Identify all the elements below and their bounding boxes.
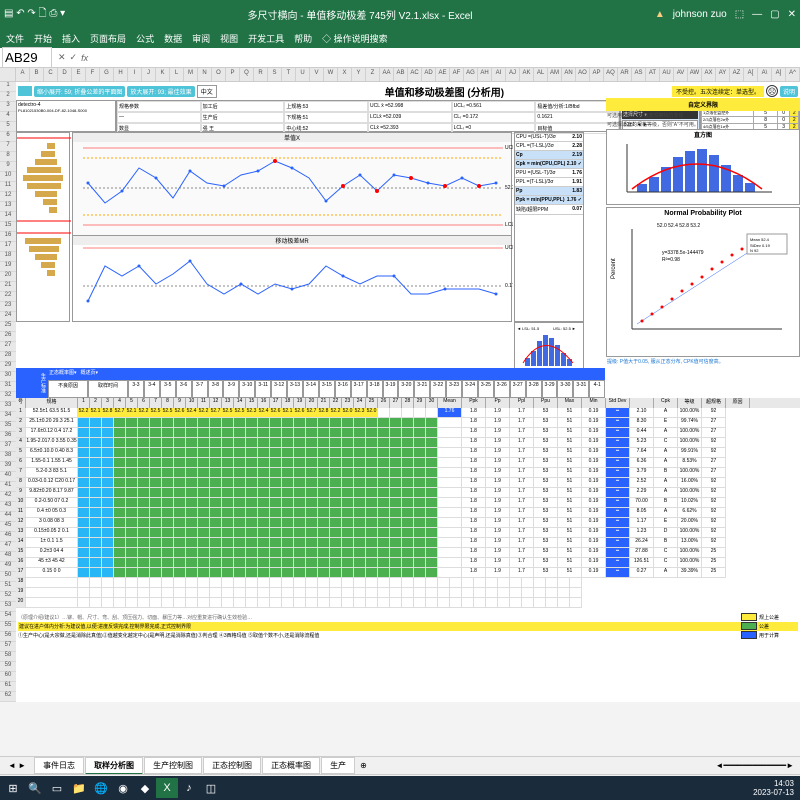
svg-text:R²=0.98: R²=0.98 (662, 257, 680, 263)
svg-text:Percent: Percent (611, 258, 617, 279)
language-select[interactable]: 中文 (197, 85, 217, 98)
start-icon[interactable]: ⊞ (2, 778, 24, 798)
svg-text:0.172: 0.172 (505, 283, 513, 289)
tab-help[interactable]: 帮助 (294, 32, 312, 45)
ribbon-tabs[interactable]: 文件 开始 插入 页面布局 公式 数据 审阅 视图 开发工具 帮助 ◇ 操作说明… (0, 28, 800, 48)
custom-panel-title: 自定义界限 (606, 98, 800, 111)
part-info: detectro-4 PL81021530B0-004-DF-82-1048-S… (16, 100, 116, 132)
tab-npp[interactable]: 正态概率图 (262, 757, 320, 774)
window-title: 多尺寸横向 - 单值移动极差 745列 V2.1.xlsx - Excel (65, 7, 655, 22)
ribbon-toggle-icon[interactable]: ⬚ (735, 9, 744, 20)
svg-text:52.0 52.4 52.8 53.2: 52.0 52.4 52.8 53.2 (657, 223, 700, 229)
std-label: 生产标准 (16, 368, 48, 398)
tab-view[interactable]: 视图 (220, 32, 238, 45)
footer-notes: （原理介绍/建议1）…铆、帽、尺寸、弯、刮、顶压强力、切面、暴压力等…对应重复进… (16, 612, 800, 641)
cancel-icon[interactable]: ✕ (58, 52, 66, 63)
status-warning: 不受控。五次连续定：单选型。 (672, 86, 764, 97)
tab-home[interactable]: 开始 (34, 32, 52, 45)
svg-text:UCL=52.998: UCL=52.998 (505, 145, 513, 151)
add-sheet-icon[interactable]: ⊕ (356, 761, 371, 770)
svg-text:UCL=0.561: UCL=0.561 (505, 245, 513, 251)
svg-text:◄ LSL: 51.5: ◄ LSL: 51.5 (517, 326, 540, 331)
color-legend: 规上公差 公差 用于计算 (740, 612, 780, 640)
npp-footer: 提级: P值大于0.05, 服从正态分布, CPK值可信度高。 (606, 357, 800, 366)
name-box[interactable] (2, 47, 52, 68)
sheet-tabs[interactable]: ◄ ► 事件日志 取样分析图 生产控制图 正态控制图 正态概率图 生产 ⊕ ◄━… (0, 756, 800, 774)
maximize-icon[interactable]: ▢ (770, 9, 779, 20)
tab-prod-ctrl[interactable]: 生产控制图 (144, 757, 202, 774)
tab-analysis[interactable]: 取样分析图 (85, 757, 143, 775)
dingtalk-icon[interactable]: ◆ (134, 778, 156, 798)
side-histogram (16, 132, 70, 322)
minimize-icon[interactable]: — (752, 9, 762, 20)
tab-layout[interactable]: 页面布局 (90, 32, 126, 45)
spec-grid: 规格参数加工后 上规格:53 UCL x̄ =52.998 UCLᵣ =0.56… (116, 100, 620, 132)
sad-face-icon: ☹ (766, 85, 778, 97)
tab-review[interactable]: 审阅 (192, 32, 210, 45)
tab-norm-ctrl[interactable]: 正态控制图 (203, 757, 261, 774)
app-icon[interactable]: ◫ (200, 778, 222, 798)
fx-icon[interactable]: fx (81, 53, 88, 63)
tab-formula[interactable]: 公式 (136, 32, 154, 45)
zoom-in-button[interactable]: 放大展开: 93; 最佳效果 (127, 86, 194, 97)
report-title: 单值和移动极差图 (分析用) (219, 84, 670, 99)
mini-histogram: ◄ LSL: 51.5 USL: 52.5 ► (514, 322, 584, 370)
tab-data[interactable]: 数据 (164, 32, 182, 45)
tab-file[interactable]: 文件 (6, 32, 24, 45)
tell-me[interactable]: ◇ 操作说明搜索 (322, 32, 388, 45)
custom-histogram: 直方图 (606, 129, 800, 205)
user-name[interactable]: johnson zuo (673, 9, 727, 20)
clock[interactable]: 14:032023-07-13 (753, 779, 798, 797)
taskview-icon[interactable]: ▭ (46, 778, 68, 798)
tab-log[interactable]: 事件日志 (34, 757, 84, 774)
svg-text:USL: 52.5 ►: USL: 52.5 ► (553, 326, 576, 331)
music-icon[interactable]: ♪ (178, 778, 200, 798)
std-legend[interactable]: 正态概率图▾概述页▾ (48, 368, 605, 380)
svg-text:LCL=52.039: LCL=52.039 (505, 222, 513, 228)
svg-text:y=3378.5x-144479: y=3378.5x-144479 (662, 250, 704, 256)
tab-insert[interactable]: 插入 (62, 32, 80, 45)
svg-text:Mean 52.4: Mean 52.4 (750, 237, 770, 242)
zoom-out-button[interactable]: 缩小展开: 59; 折叠公差的平面图 (34, 86, 125, 97)
edge-icon[interactable]: 🌐 (90, 778, 112, 798)
close-icon[interactable]: ✕ (788, 9, 796, 20)
confirm-icon[interactable]: ✓ (70, 52, 78, 63)
tab-prod[interactable]: 生产 (321, 757, 355, 774)
row-headers[interactable]: for(let i=1;i<63;i++)document.write('<di… (0, 82, 16, 702)
explorer-icon[interactable]: 📁 (68, 778, 90, 798)
info-button[interactable]: 说明 (780, 86, 798, 97)
svg-text:N 92: N 92 (750, 248, 759, 253)
svg-text:52.39: 52.39 (505, 185, 513, 191)
column-headers[interactable]: for(let i=0;i<56;i++)document.write('<di… (0, 68, 800, 82)
chrome-icon[interactable]: ◉ (112, 778, 134, 798)
tab-dev[interactable]: 开发工具 (248, 32, 284, 45)
control-charts: 单值X UCL=52.99852.39LCL=52.039 移动极差MR (72, 132, 512, 322)
search-icon[interactable]: 🔍 (24, 778, 46, 798)
data-table[interactable]: 号规格1234567891011121314151617181920212223… (16, 398, 800, 608)
qat[interactable]: ▤ ↶ ↷ 🗋 ⎙ ▾ (4, 6, 65, 23)
taskbar[interactable]: ⊞ 🔍 ▭ 📁 🌐 ◉ ◆ X ♪ ◫ 14:032023-07-13 (0, 776, 800, 800)
excel-icon[interactable]: X (156, 778, 178, 798)
capability-stats: CPU =(USL-T)/3σ2.10CPL =(T-LSL)/3σ2.28Cp… (514, 132, 584, 322)
normal-probability-plot: Normal Probability Plot Percent 52.0 52.… (606, 207, 800, 357)
